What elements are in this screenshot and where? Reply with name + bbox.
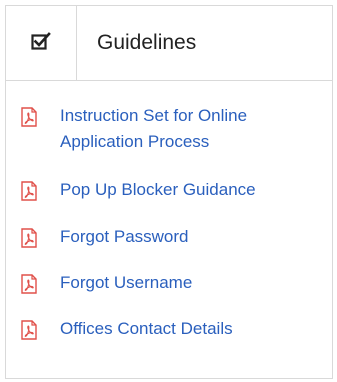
pdf-file-icon: [20, 274, 38, 294]
list-item-instruction-set[interactable]: Instruction Set for Online Application P…: [6, 106, 332, 155]
list-item-forgot-username[interactable]: Forgot Username: [6, 273, 332, 296]
link-forgot-password[interactable]: Forgot Password: [60, 224, 189, 250]
list-item-forgot-password[interactable]: Forgot Password: [6, 227, 332, 250]
link-offices-contact[interactable]: Offices Contact Details: [60, 316, 233, 342]
panel-header: Guidelines: [6, 6, 332, 81]
link-line-2: Application Process: [60, 132, 210, 151]
list-item-popup-blocker[interactable]: Pop Up Blocker Guidance: [6, 180, 332, 203]
header-icon-cell: [6, 6, 77, 80]
guidelines-list: Instruction Set for Online Application P…: [6, 81, 332, 342]
pdf-file-icon: [20, 181, 38, 201]
link-instruction-set[interactable]: Instruction Set for Online Application P…: [60, 103, 247, 155]
guidelines-panel: Guidelines Instruction Set for Online Ap…: [5, 5, 333, 379]
link-popup-blocker[interactable]: Pop Up Blocker Guidance: [60, 177, 256, 203]
link-forgot-username[interactable]: Forgot Username: [60, 270, 192, 296]
list-item-offices-contact[interactable]: Offices Contact Details: [6, 319, 332, 342]
pdf-file-icon: [20, 320, 38, 340]
pdf-file-icon: [20, 228, 38, 248]
panel-title: Guidelines: [97, 31, 197, 54]
checkbox-checked-icon: [31, 31, 51, 55]
link-line-1: Instruction Set for Online: [60, 106, 248, 125]
pdf-file-icon: [20, 107, 38, 127]
